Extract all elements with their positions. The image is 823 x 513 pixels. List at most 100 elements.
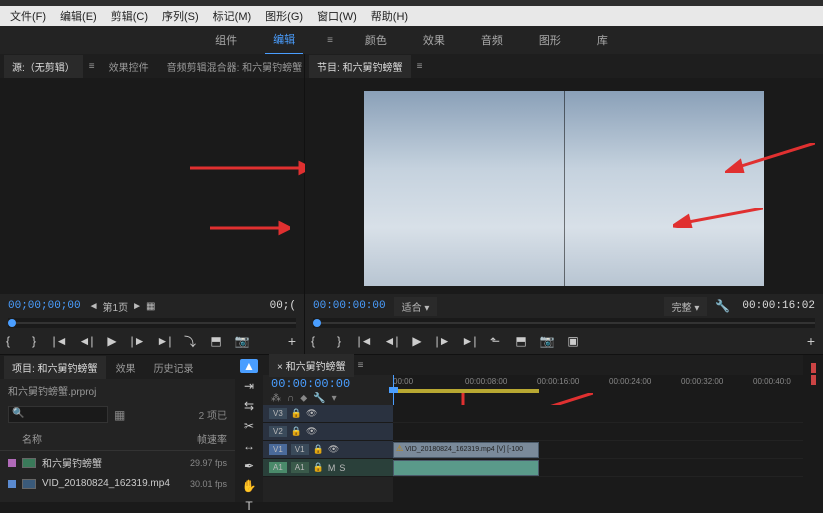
mark-in-icon[interactable]: {	[305, 333, 321, 349]
add-button-icon[interactable]: +	[288, 333, 296, 349]
selection-tool-icon[interactable]: ▲	[240, 359, 258, 373]
step-fwd-icon[interactable]: |►	[435, 333, 451, 349]
lane-v2[interactable]	[393, 423, 803, 441]
toggle-output-icon[interactable]: 👁	[328, 444, 339, 455]
toggle-output-icon[interactable]: 👁	[306, 408, 317, 419]
mark-in-icon[interactable]: {	[0, 333, 16, 349]
program-timecode[interactable]: 00:00:00:00	[313, 300, 386, 312]
export-frame-icon[interactable]: 📷	[234, 333, 250, 349]
go-to-out-icon[interactable]: ►|	[461, 333, 477, 349]
lane-a1[interactable]	[393, 459, 803, 477]
bin-view-icon[interactable]: ▦	[114, 408, 125, 422]
page-grid[interactable]: ▦	[146, 301, 155, 312]
audio-meters	[803, 355, 823, 502]
timeline-tab-menu[interactable]: ≡	[354, 356, 368, 375]
lane-v3[interactable]	[393, 405, 803, 423]
razor-tool-icon[interactable]: ✂	[240, 419, 258, 433]
snap-icon[interactable]: ⁂	[271, 393, 281, 404]
play-icon[interactable]: ▶	[104, 333, 120, 349]
go-to-in-icon[interactable]: |◄	[52, 333, 68, 349]
track-v2[interactable]: V2🔒👁	[263, 423, 393, 441]
source-timecode[interactable]: 00;00;00;00	[8, 300, 81, 312]
type-tool-icon[interactable]: T	[240, 499, 258, 513]
track-a1[interactable]: A1A1🔒MS	[263, 459, 393, 477]
ws-tab-libraries[interactable]: 库	[589, 26, 616, 54]
menu-help[interactable]: 帮助(H)	[365, 6, 414, 26]
meter-r	[811, 375, 816, 385]
track-select-tool-icon[interactable]: ⇥	[240, 379, 258, 393]
step-back-icon[interactable]: ◄|	[383, 333, 399, 349]
play-icon[interactable]: ▶	[409, 333, 425, 349]
ws-tab-effects[interactable]: 效果	[415, 26, 453, 54]
program-scrubber[interactable]	[313, 318, 815, 328]
timeline-lanes[interactable]: ⚠ VID_20180824_162319.mp4 [V] [-100	[393, 405, 803, 502]
extract-icon[interactable]: ⬒	[513, 333, 529, 349]
ws-tab-graphics[interactable]: 图形	[531, 26, 569, 54]
item-fps: 29.97 fps	[190, 458, 227, 468]
program-viewport[interactable]	[305, 78, 823, 294]
ws-tab-editing[interactable]: 编辑	[265, 25, 303, 55]
marker-icon[interactable]: ⬥	[300, 393, 307, 404]
history-tab[interactable]: 历史记录	[146, 356, 202, 379]
step-fwd-icon[interactable]: |►	[130, 333, 146, 349]
track-v3[interactable]: V3🔒👁	[263, 405, 393, 423]
program-tab[interactable]: 节目: 和六舅钓螃蟹	[309, 55, 411, 78]
fit-dropdown[interactable]: 适合 ▾	[394, 297, 438, 316]
page-next[interactable]: ►	[132, 301, 142, 312]
hand-tool-icon[interactable]: ✋	[240, 479, 258, 493]
clip-icon	[22, 479, 36, 489]
menu-marker[interactable]: 标记(M)	[207, 6, 258, 26]
work-area[interactable]	[393, 389, 539, 393]
project-tab[interactable]: 项目: 和六舅钓螃蟹	[4, 356, 106, 379]
ws-tab-assembly[interactable]: 组件	[207, 26, 245, 54]
timeline-audio-clip[interactable]	[393, 460, 539, 476]
page-prev[interactable]: ◄	[89, 301, 99, 312]
export-frame-icon[interactable]: 📷	[539, 333, 555, 349]
overwrite-icon[interactable]: ⬒	[208, 333, 224, 349]
source-scrubber[interactable]	[8, 318, 296, 328]
menu-clip[interactable]: 剪辑(C)	[105, 6, 154, 26]
source-tab[interactable]: 源:（无剪辑）	[4, 55, 83, 78]
linked-selection-icon[interactable]: ∩	[287, 393, 294, 404]
timeline-clip[interactable]: ⚠ VID_20180824_162319.mp4 [V] [-100	[393, 442, 539, 458]
chevron-down-icon[interactable]: ▾	[332, 393, 337, 404]
resolution-dropdown[interactable]: 完整 ▾	[664, 297, 708, 316]
ripple-tool-icon[interactable]: ⇆	[240, 399, 258, 413]
go-to-in-icon[interactable]: |◄	[357, 333, 373, 349]
safe-margins-icon[interactable]: ▣	[565, 333, 581, 349]
timeline-tab[interactable]: × 和六舅钓螃蟹	[269, 354, 354, 377]
insert-icon[interactable]: ⤵	[182, 333, 198, 349]
effect-controls-tab[interactable]: 效果控件	[101, 55, 157, 78]
timeline-timecode[interactable]: 00:00:00:00	[271, 377, 385, 391]
menu-edit[interactable]: 编辑(E)	[54, 6, 103, 26]
lane-v1[interactable]: ⚠ VID_20180824_162319.mp4 [V] [-100	[393, 441, 803, 459]
menu-file[interactable]: 文件(F)	[4, 6, 52, 26]
ws-tab-color[interactable]: 颜色	[357, 26, 395, 54]
project-item-sequence[interactable]: 和六舅钓螃蟹 29.97 fps	[0, 451, 235, 474]
menu-sequence[interactable]: 序列(S)	[156, 6, 205, 26]
program-tab-menu[interactable]: ≡	[413, 57, 427, 76]
slip-tool-icon[interactable]: ↔	[240, 439, 258, 453]
track-v1[interactable]: V1V1🔒👁	[263, 441, 393, 459]
settings-icon[interactable]: 🔧	[715, 299, 730, 313]
lift-icon[interactable]: ⬑	[487, 333, 503, 349]
toggle-output-icon[interactable]: 👁	[306, 426, 317, 437]
audio-mixer-tab[interactable]: 音频剪辑混合器: 和六舅钓螃蟹	[159, 55, 311, 78]
go-to-out-icon[interactable]: ►|	[156, 333, 172, 349]
menu-graphics[interactable]: 图形(G)	[259, 6, 309, 26]
menu-window[interactable]: 窗口(W)	[311, 6, 363, 26]
project-item-clip[interactable]: VID_20180824_162319.mp4 30.01 fps	[0, 474, 235, 493]
timeline-ruler[interactable]: 00:00 00:00:08:00 00:00:16:00 00:00:24:0…	[393, 375, 803, 405]
source-tab-menu[interactable]: ≡	[85, 57, 99, 76]
pen-tool-icon[interactable]: ✒	[240, 459, 258, 473]
ws-tab-menu[interactable]: ≡	[323, 31, 337, 50]
step-back-icon[interactable]: ◄|	[78, 333, 94, 349]
col-fps[interactable]: 帧速率	[197, 431, 227, 446]
ws-tab-audio[interactable]: 音频	[473, 26, 511, 54]
effects-tab[interactable]: 效果	[108, 356, 144, 379]
mark-out-icon[interactable]: }	[331, 333, 347, 349]
settings-icon[interactable]: 🔧	[313, 393, 325, 404]
add-button-icon[interactable]: +	[807, 333, 815, 349]
col-name[interactable]: 名称	[22, 431, 197, 446]
mark-out-icon[interactable]: }	[26, 333, 42, 349]
